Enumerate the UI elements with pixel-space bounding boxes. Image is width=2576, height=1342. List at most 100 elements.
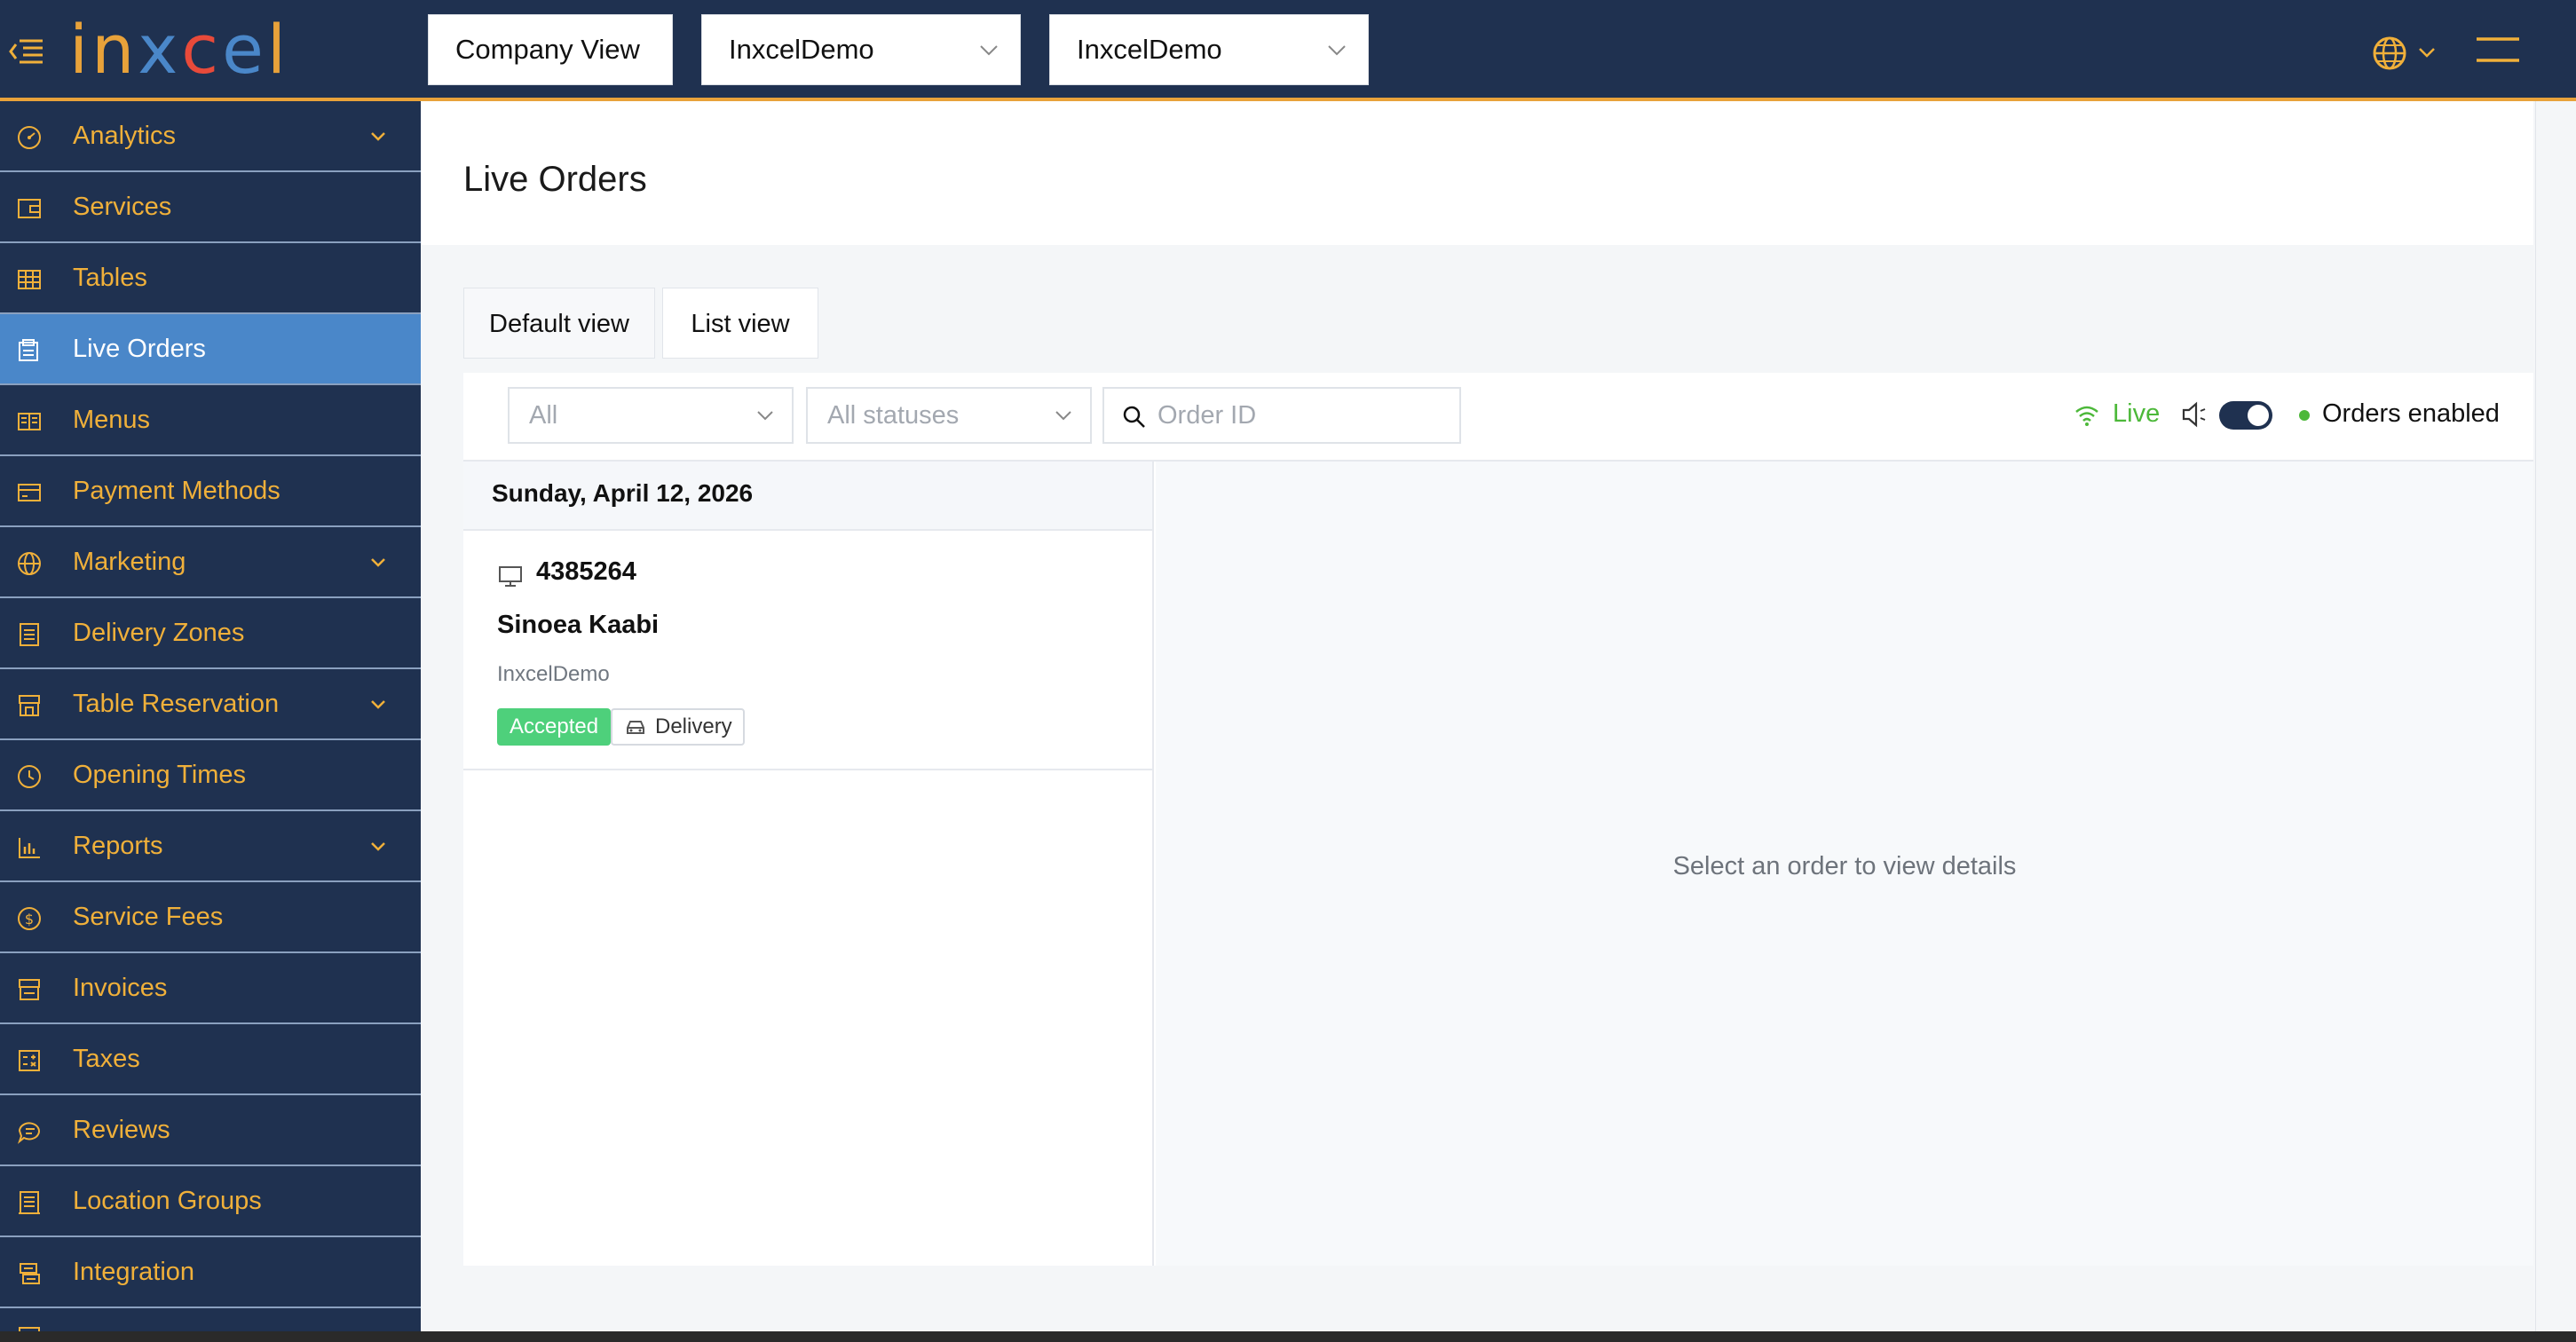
sidebar-item-service-fees[interactable]: $ Service Fees [0, 882, 421, 953]
order-type-label: Delivery [655, 714, 732, 738]
sidebar-item-label: Delivery Zones [73, 619, 245, 647]
tab-default-view[interactable]: Default view [463, 288, 655, 359]
sound-toggle[interactable] [2219, 401, 2272, 430]
dollar-circle-icon: $ [18, 907, 41, 930]
order-id: 4385264 [536, 557, 636, 586]
bar-chart-icon [19, 838, 40, 858]
speaker-icon[interactable] [2180, 399, 2210, 430]
sidebar-item-label: Invoices [73, 974, 168, 1002]
logo-letter: l [266, 10, 289, 89]
orders-list: Sunday, April 12, 2026 4385264 Sinoea Ka… [463, 462, 1154, 1266]
globe-icon [2373, 36, 2435, 70]
table-grid-icon [18, 270, 41, 289]
chevron-down-icon [980, 45, 998, 56]
sidebar-item-marketing[interactable]: Marketing [0, 527, 421, 598]
toggle-knob [2248, 405, 2269, 426]
sidebar-item-label: Table Reservation [73, 690, 280, 718]
collapse-menu-icon[interactable] [7, 36, 44, 67]
sidebar-item-label: Payment Methods [73, 477, 281, 505]
sidebar-item-label: Analytics [73, 122, 177, 150]
wifi-icon [2075, 406, 2098, 426]
customer-name: Sinoea Kaabi [497, 611, 660, 639]
hamburger-menu-icon[interactable] [2475, 34, 2521, 66]
sidebar-item-opening-times[interactable]: Opening Times [0, 740, 421, 811]
sidebar-item-analytics[interactable]: Analytics [0, 101, 421, 172]
date-label: Sunday, April 12, 2026 [492, 479, 754, 507]
bottom-edge [0, 1331, 2576, 1342]
logo-text: inxcel [69, 16, 289, 83]
sidebar-item-delivery-zones[interactable]: Delivery Zones [0, 598, 421, 669]
status-badge: Accepted [497, 708, 612, 746]
status-select[interactable]: All statuses [806, 387, 1092, 444]
sidebar-item-location-groups[interactable]: Location Groups [0, 1166, 421, 1237]
sidebar-item-label: Taxes [73, 1045, 140, 1073]
status-select-value: All statuses [827, 401, 960, 430]
page-title: Live Orders [463, 160, 647, 199]
app-logo[interactable]: inxcel [69, 16, 289, 83]
order-id-input[interactable] [1158, 398, 1450, 433]
sidebar-item-label: Live Orders [73, 335, 206, 363]
integration-icon [20, 1263, 40, 1284]
chevron-down-icon [757, 411, 773, 421]
live-label: Live [2113, 399, 2161, 428]
sidebar-item-reports[interactable]: Reports [0, 811, 421, 882]
tab-list-view[interactable]: List view [662, 288, 818, 359]
top-bar: inxcel Company View InxcelDemo InxcelDem… [0, 0, 2576, 101]
logo-letter: x [138, 10, 182, 89]
order-type-badge: Delivery [611, 708, 745, 746]
chevron-down-icon [1328, 45, 1346, 56]
location-selector-label: InxcelDemo [1077, 34, 1222, 65]
gauge-icon [18, 126, 41, 149]
sidebar-item-label: Reports [73, 832, 163, 860]
sidebar-item-services[interactable]: Services [0, 172, 421, 243]
language-selector[interactable] [2370, 34, 2445, 73]
sidebar-item-label: Integration [73, 1258, 195, 1286]
status-dot [2299, 410, 2310, 421]
clock-icon [18, 765, 41, 788]
logo-letter: n [91, 10, 138, 89]
credit-card-icon [18, 484, 41, 501]
desktop-icon [499, 566, 522, 587]
globe-icon [18, 552, 41, 575]
sidebar-item-tables[interactable]: Tables [0, 243, 421, 314]
sidebar-item-live-orders[interactable]: Live Orders [0, 314, 421, 385]
orders-panel: All All statuses Live Orders enabled [463, 373, 2533, 1266]
sidebar-item-label: Marketing [73, 548, 186, 576]
invoice-icon [19, 979, 40, 1000]
sidebar-item-label: Service Fees [73, 903, 224, 931]
order-type-select[interactable]: All [508, 387, 794, 444]
sidebar-item-menus[interactable]: Menus [0, 385, 421, 456]
sidebar-item-label: Reviews [73, 1116, 170, 1144]
view-selector-label: Company View [455, 34, 640, 65]
location-selector[interactable]: InxcelDemo [1049, 14, 1369, 85]
sidebar-item-taxes[interactable]: Taxes [0, 1024, 421, 1095]
chevron-down-icon [371, 700, 385, 709]
sidebar: Analytics Services Tables Live Orders Me… [0, 101, 421, 1342]
company-selector[interactable]: InxcelDemo [701, 14, 1021, 85]
company-selector-label: InxcelDemo [729, 34, 874, 65]
view-selector[interactable]: Company View [428, 14, 673, 85]
sidebar-item-table-reservation[interactable]: Table Reservation [0, 669, 421, 740]
logo-letter: e [222, 10, 267, 89]
date-group-header: Sunday, April 12, 2026 [463, 462, 1152, 531]
logo-letter: i [69, 10, 92, 89]
sidebar-item-invoices[interactable]: Invoices [0, 953, 421, 1024]
chevron-down-icon [371, 132, 385, 141]
book-icon [18, 413, 41, 430]
order-card[interactable]: 4385264 Sinoea Kaabi InxcelDemo Accepted… [463, 531, 1152, 770]
list-doc-icon [20, 623, 39, 646]
scrollbar[interactable] [2535, 101, 2576, 1342]
sidebar-item-payment-methods[interactable]: Payment Methods [0, 456, 421, 527]
sidebar-item-reviews[interactable]: Reviews [0, 1095, 421, 1166]
sidebar-item-integration[interactable]: Integration [0, 1237, 421, 1308]
order-location: InxcelDemo [497, 662, 610, 686]
svg-text:$: $ [25, 911, 34, 928]
order-type-select-value: All [529, 401, 558, 430]
order-id-search[interactable] [1102, 387, 1461, 444]
filter-bar: All All statuses Live Orders enabled [463, 373, 2533, 462]
storefront-icon [19, 695, 40, 716]
car-icon [627, 721, 644, 734]
wallet-icon [18, 199, 41, 218]
order-details-panel: Select an order to view details [1156, 462, 2533, 1266]
calculator-icon [19, 1050, 40, 1071]
